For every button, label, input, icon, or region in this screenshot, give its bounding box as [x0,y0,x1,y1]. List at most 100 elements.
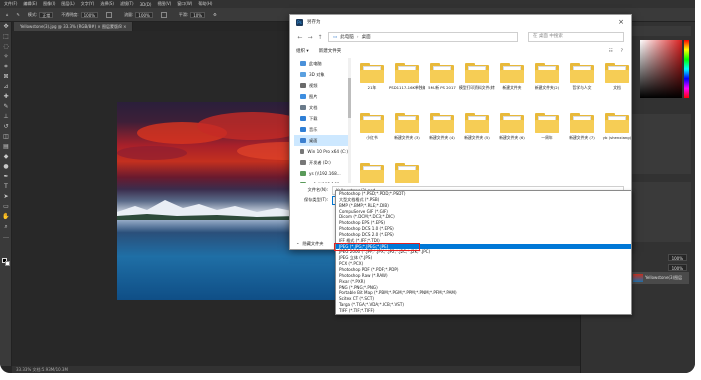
nav-scrollbar[interactable] [348,58,351,183]
menu-item[interactable]: 帮助(H) [198,1,212,7]
more-tools-icon[interactable]: … [0,232,12,242]
opacity-field[interactable]: 100% [80,11,99,18]
format-option[interactable]: WebP (*.WEBP;*.WEBP) [336,314,631,315]
smooth-control[interactable]: 平滑: 10% [179,11,206,18]
menu-item[interactable]: 3D(D) [140,2,152,7]
history-brush-tool-icon[interactable]: ↺ [0,122,12,132]
nav-item[interactable]: 此电脑 [294,58,348,69]
file-item[interactable]: yb (shenxiang) [599,109,632,155]
pen-tool-icon[interactable]: ✒ [0,172,12,182]
crop-tool-icon[interactable]: ⌗ [0,62,12,72]
brush-tool-icon[interactable]: ✎ [17,12,20,17]
airbrush-icon[interactable] [160,11,171,18]
organize-button[interactable]: 组织 ▾ [296,48,309,54]
blur-tool-icon[interactable]: ◆ [0,152,12,162]
nav-item[interactable]: Win 10 Pro x64 (C:) [294,146,348,157]
address-bar[interactable]: ▭ 此电脑 › 桌面 [328,32,518,42]
zoom-tool-icon[interactable]: ⌕ [0,222,12,232]
document-tab[interactable]: Yellowstone(3).jpg @ 33.3% (RGB/8#) × 图层… [14,22,134,31]
eyedropper-tool-icon[interactable]: ⊿ [0,82,12,92]
home-icon[interactable]: ⌂ [6,12,9,17]
layer-row[interactable]: Yellowstone(3)图层 [631,272,689,284]
file-item[interactable]: 新建文件夹(2) [529,59,565,105]
color-picker-field[interactable] [640,40,682,98]
mode-select[interactable]: 正常 [39,11,54,18]
mode-control[interactable]: 模式: 正常 [28,11,54,18]
foreground-background-color-icon[interactable] [2,258,10,266]
menu-item[interactable]: 图像(I) [43,1,55,7]
pressure-opacity-icon[interactable] [106,11,116,18]
file-item[interactable]: 一周年 [529,109,565,155]
nav-item[interactable]: 图片 [294,91,348,102]
file-item[interactable]: 新建文件夹 [494,59,530,105]
file-item[interactable]: 5M-新 PS 2017 [424,59,460,105]
nav-item[interactable]: ys1 (\\192.168... [294,179,348,183]
eraser-tool-icon[interactable]: ◫ [0,132,12,142]
help-icon[interactable]: ? [621,49,623,54]
file-item[interactable]: 文档 [599,59,632,105]
quick-select-tool-icon[interactable]: ✧ [0,52,12,62]
gradient-tool-icon[interactable]: ▤ [0,142,12,152]
file-item[interactable]: 新建文件夹 (9) [389,159,425,183]
nav-item[interactable]: 3D 对象 [294,69,348,80]
menu-item[interactable]: 编辑(E) [23,1,37,7]
file-item[interactable]: 模型打印资料文件(转换) [459,59,495,105]
nav-item[interactable]: 开发者 (D:) [294,157,348,168]
nav-item[interactable]: ys (\\192.168... [294,168,348,179]
breadcrumb-pc[interactable]: 此电脑 [340,34,354,40]
layer-opacity-field[interactable]: 100% [667,254,687,261]
file-item[interactable]: PSD1117-16K单独编辑 [389,59,425,105]
flow-field[interactable]: 100% [135,11,153,18]
marquee-tool-icon[interactable]: ⬚ [0,32,12,42]
dialog-search-input[interactable]: 在 桌面 中搜索 [528,32,624,42]
hide-folders-toggle[interactable]: ⌃ 隐藏文件夹 [296,241,323,247]
nav-item[interactable]: 下载 [294,113,348,124]
opacity-control[interactable]: 不透明度: 100% [61,11,99,18]
shape-tool-icon[interactable]: ▭ [0,202,12,212]
smooth-field[interactable]: 10% [190,11,206,18]
menu-item[interactable]: 文字(Y) [81,1,95,7]
type-tool-icon[interactable]: T [0,182,12,192]
file-item[interactable]: 21年 [354,59,390,105]
menu-item[interactable]: 选择(S) [100,1,114,7]
nav-item[interactable]: 视频 [294,80,348,91]
nav-item[interactable]: 桌面 [294,135,348,146]
menu-item[interactable]: 文件(F) [4,1,17,7]
file-item[interactable]: 新建文件夹 (8) [354,159,390,183]
up-arrow-icon[interactable]: ↑ [316,34,324,41]
settings-gear-icon[interactable]: ⚙ [213,12,217,17]
view-options-icon[interactable]: ☷ [609,49,613,54]
lasso-tool-icon[interactable]: ◌ [0,42,12,52]
file-item[interactable]: 新建文件夹 (7) [564,109,600,155]
folder-icon [465,63,489,83]
dialog-title: 另存为 [307,20,321,25]
path-select-tool-icon[interactable]: ➤ [0,192,12,202]
move-tool-icon[interactable]: ✥ [0,22,12,32]
nav-item[interactable]: 音乐 [294,124,348,135]
hand-tool-icon[interactable]: ✋ [0,212,12,222]
menu-item[interactable]: 视图(V) [157,1,171,7]
clone-stamp-tool-icon[interactable]: ⊥ [0,112,12,122]
file-item[interactable]: 新建文件夹 (5) [459,109,495,155]
flow-control[interactable]: 流量: 100% [124,11,153,18]
nav-item[interactable]: 文档 [294,102,348,113]
menu-item[interactable]: 窗口(W) [177,1,192,7]
forward-arrow-icon[interactable]: → [306,34,314,41]
menu-item[interactable]: 滤镜(T) [120,1,134,7]
layer-fill-field[interactable]: 100% [667,264,687,271]
file-item[interactable]: 新建文件夹 (3) [389,109,425,155]
file-item[interactable]: 小红书 [354,109,390,155]
close-icon[interactable]: × [617,18,625,26]
file-item[interactable]: 新建文件夹 (6) [494,109,530,155]
dodge-tool-icon[interactable]: ● [0,162,12,172]
breadcrumb-desktop[interactable]: 桌面 [362,34,371,40]
file-item[interactable]: 新建文件夹 (4) [424,109,460,155]
frame-tool-icon[interactable]: ⊠ [0,72,12,82]
menu-item[interactable]: 图层(L) [61,1,74,7]
brush-tool-icon-2[interactable]: ✎ [0,102,12,112]
new-folder-button[interactable]: 新建文件夹 [319,48,342,54]
file-item[interactable]: 哲学与人文 [564,59,600,105]
hue-slider[interactable] [684,40,689,98]
back-arrow-icon[interactable]: ← [296,34,304,41]
healing-brush-tool-icon[interactable]: ✚ [0,92,12,102]
